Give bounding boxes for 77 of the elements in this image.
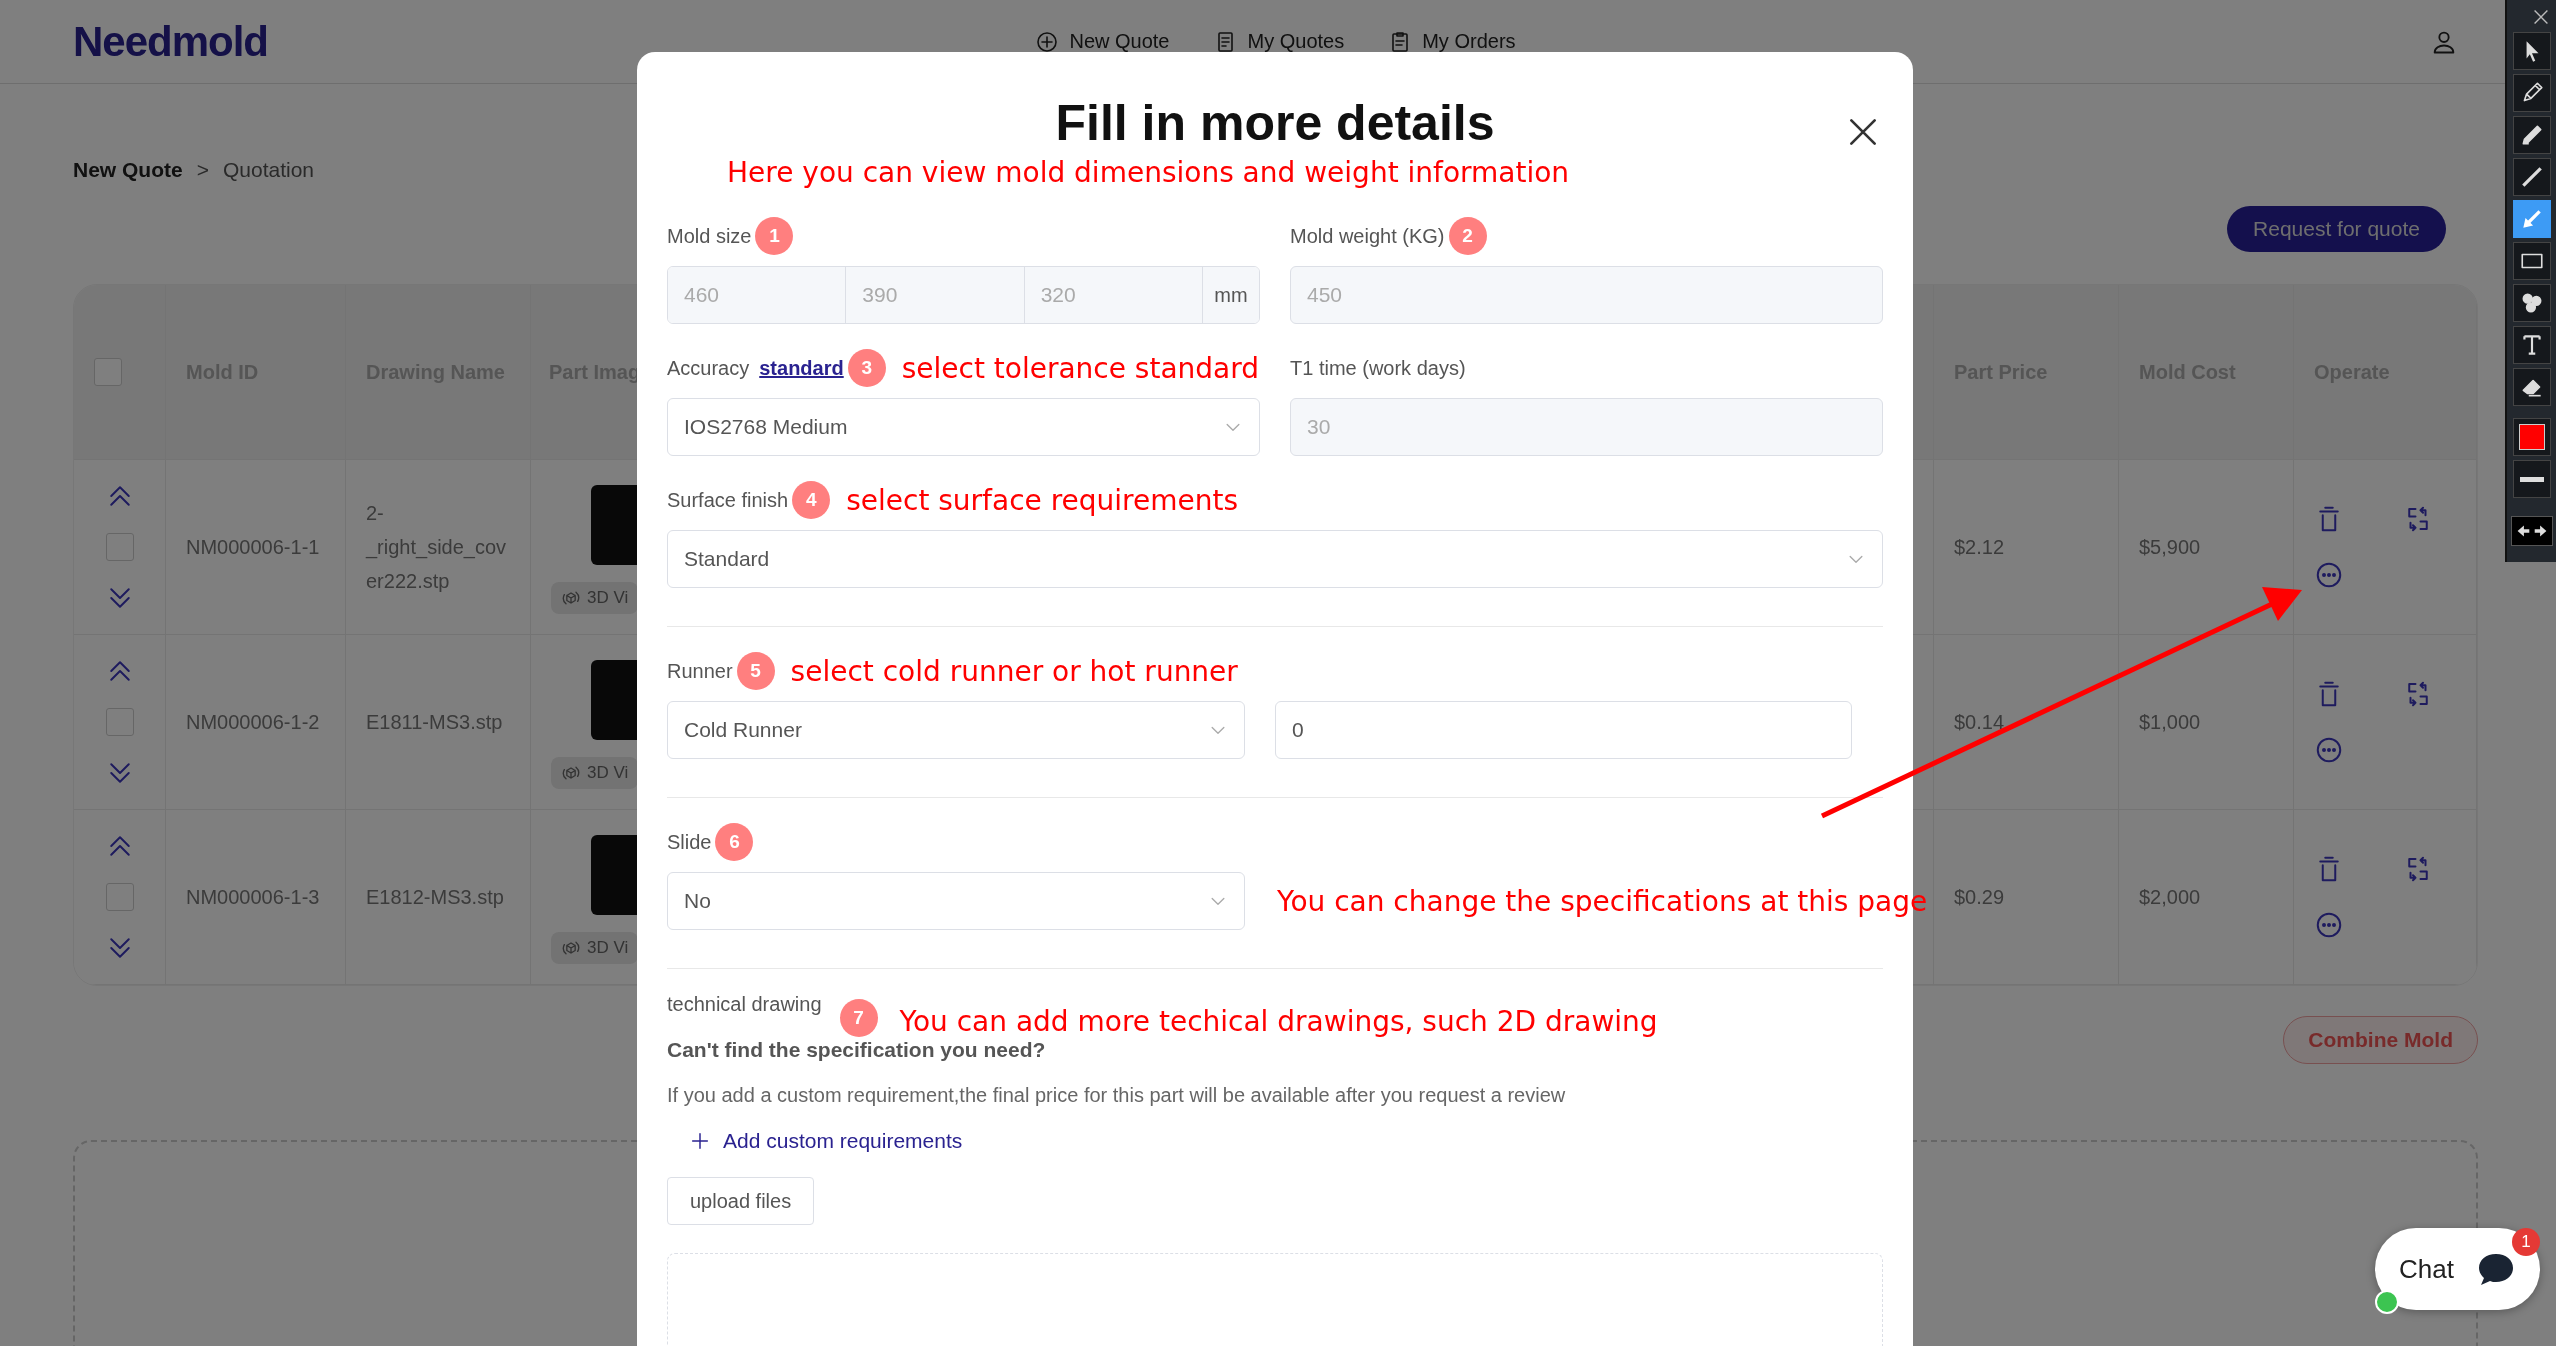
select-all-checkbox[interactable] <box>94 358 122 386</box>
logo[interactable]: Needmold <box>73 17 269 66</box>
field-label: Slide <box>667 830 712 854</box>
3d-view-button[interactable]: 3D Vi <box>551 757 639 789</box>
annotation-text: select tolerance standard <box>901 351 1260 385</box>
left-right-arrows-icon[interactable] <box>2510 516 2553 546</box>
add-requirements-link[interactable]: Add custom requirements <box>689 1129 963 1153</box>
table-cell: $1,000 <box>2119 635 2294 810</box>
breadcrumb-item[interactable]: New Quote <box>73 158 183 182</box>
arrow-tool-icon[interactable] <box>2512 200 2551 238</box>
annotation-text: select surface requirements <box>846 483 1238 517</box>
select-field[interactable]: IOS2768 Medium <box>667 398 1260 456</box>
modal-title: Fill in more details <box>1055 94 1495 153</box>
hint-text: If you add a custom requirement,the final price for this part will be available after you request a review <box>667 1084 1567 1107</box>
table-cell: E1812-MS3.stp <box>346 810 531 985</box>
step-badge: 6 <box>715 823 754 861</box>
more-icon <box>2314 910 2344 940</box>
color-swatch[interactable] <box>2512 418 2551 456</box>
step-badge: 2 <box>1448 217 1487 255</box>
field-label: T1 time (work days) <box>1290 356 1466 380</box>
select-field[interactable]: Cold Runner <box>667 701 1245 759</box>
more-icon <box>2314 560 2344 590</box>
breadcrumb-item: Quotation <box>222 158 315 182</box>
3d-view-button[interactable]: 3D Vi <box>551 932 639 964</box>
line-tool-icon[interactable] <box>2512 158 2551 196</box>
row-checkbox[interactable] <box>105 883 134 911</box>
more-icon <box>2314 735 2344 765</box>
pointer-tool-icon[interactable] <box>2512 32 2551 70</box>
3d-view-button[interactable]: 3D Vi <box>551 582 639 614</box>
table-cell: E1811-MS3.stp <box>346 635 531 810</box>
pencil-tool-icon[interactable] <box>2512 74 2551 112</box>
field-label: technical drawing <box>667 993 822 1016</box>
section-heading: Can't find the specification you need? <box>667 1038 1047 1062</box>
step-badge: 5 <box>736 652 775 690</box>
table-cell: 2-_right_side_cover222.stp <box>346 460 531 635</box>
table-cell: $2.12 <box>1934 460 2119 635</box>
annotation-text: You can add more techical drawings, such 2D drawing <box>899 1005 1658 1038</box>
row-checkbox[interactable] <box>105 533 134 561</box>
rectangle-tool-icon[interactable] <box>2512 242 2551 280</box>
table-cell: NM000006-1-1 <box>166 460 346 635</box>
notification-badge: 1 <box>2512 1228 2540 1256</box>
field-label: Runner <box>667 659 733 683</box>
select-field[interactable]: No <box>667 872 1245 930</box>
field-label: Mold weight (KG) <box>1290 224 1445 248</box>
breadcrumb-separator: > <box>196 158 209 182</box>
table-cell: $2,000 <box>2119 810 2294 985</box>
select-field[interactable]: Standard <box>667 530 1883 588</box>
plus-icon <box>689 1130 711 1152</box>
table-cell: $0.14 <box>1934 635 2119 810</box>
table-cell: $5,900 <box>2119 460 2294 635</box>
step-badge: 3 <box>847 349 886 387</box>
field-label: Surface finish <box>667 488 789 512</box>
step-badge: 7 <box>839 999 878 1037</box>
line-width-button[interactable] <box>2512 460 2551 498</box>
row-checkbox[interactable] <box>105 708 134 736</box>
input-field[interactable]: 0 <box>1275 701 1852 759</box>
table-cell: $0.29 <box>1934 810 2119 985</box>
field-label: Mold size <box>667 224 752 248</box>
highlighter-tool-icon[interactable] <box>2512 116 2551 154</box>
request-quote-button[interactable]: Request for quote <box>2227 206 2446 252</box>
table-cell: NM000006-1-3 <box>166 810 346 985</box>
nav-link[interactable]: New Quote <box>1035 29 1170 54</box>
annotation-text: select cold runner or hot runner <box>790 654 1238 688</box>
field-label: Accuracy <box>667 356 750 380</box>
table-cell: NM000006-1-2 <box>166 635 346 810</box>
step-badge: 4 <box>792 481 831 519</box>
step-badge: 1 <box>755 217 794 255</box>
annotation-text: You can change the specifications at this page <box>1277 884 1928 918</box>
plus-circle-icon <box>1035 29 1060 54</box>
nav-link[interactable]: My Orders <box>1388 29 1516 54</box>
upload-files-button[interactable]: upload files <box>667 1177 815 1225</box>
standard-link[interactable]: standard <box>759 356 844 380</box>
text-tool-icon[interactable] <box>2512 326 2551 364</box>
nav-link[interactable]: My Quotes <box>1213 29 1345 54</box>
annotation-text: Here you can view mold dimensions and weight information <box>727 155 1571 191</box>
eraser-tool-icon[interactable] <box>2512 368 2551 406</box>
unit-label: mm <box>1203 267 1259 323</box>
